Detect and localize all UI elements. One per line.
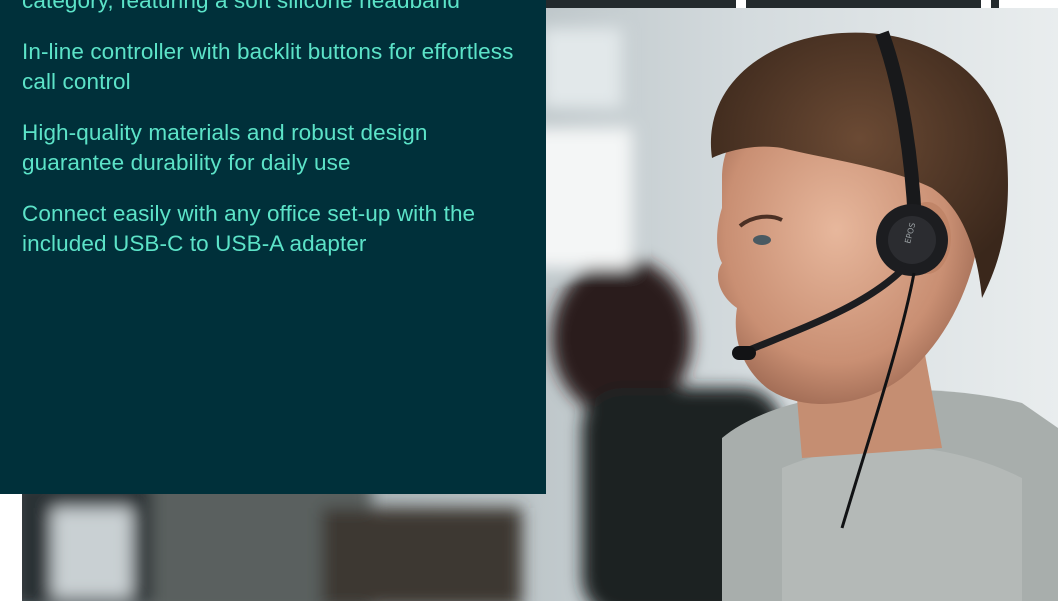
feature-item: In-line controller with backlit buttons … bbox=[22, 39, 514, 94]
frame-bar bbox=[746, 0, 981, 8]
feature-list: category, featuring a soft silicone head… bbox=[22, 0, 522, 280]
top-frame-strip bbox=[546, 0, 1058, 8]
frame-bar bbox=[991, 0, 999, 8]
feature-panel: category, featuring a soft silicone head… bbox=[0, 0, 546, 494]
frame-bar bbox=[546, 0, 736, 8]
feature-item: High-quality materials and robust design… bbox=[22, 120, 428, 175]
feature-item: Connect easily with any office set-up wi… bbox=[22, 201, 476, 256]
feature-item: category, featuring a soft silicone head… bbox=[22, 0, 461, 13]
